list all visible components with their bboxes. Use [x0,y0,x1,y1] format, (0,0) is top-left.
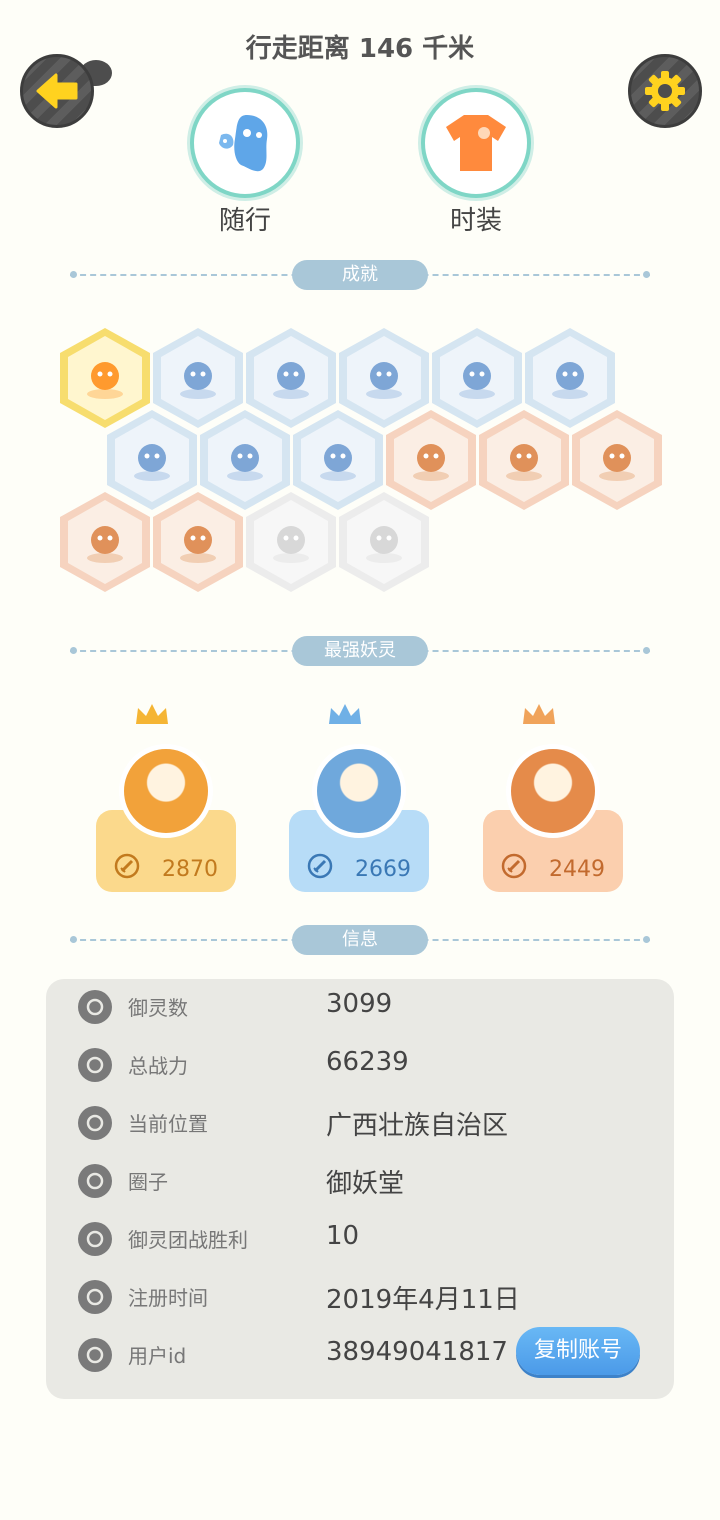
shoe-icon [180,362,216,399]
fashion-label: 时装 [449,206,502,236]
info-title: 信息 [292,925,428,955]
achievement-badge[interactable] [200,410,290,510]
fox-spirit-icon [87,362,123,399]
yin-yang-swirl-icon [506,444,542,481]
page-title: 行走距离 146 千米 [245,34,475,64]
yin-yang-icon [320,444,356,481]
spirit-power-row: 2449 [483,852,623,886]
achievement-badge[interactable] [153,328,243,428]
companion-button[interactable] [190,88,300,198]
cat-spirit-icon [227,444,263,481]
info-label: 注册时间 [128,1286,208,1310]
crown-icon [327,702,367,732]
info-label: 总战力 [128,1054,188,1078]
spirit-statue-icon [552,362,588,399]
spirit-power-value: 2669 [355,856,411,882]
achievement-badge[interactable] [386,410,476,510]
info-value: 广西壮族自治区 [326,1111,509,1141]
info-value: 38949041817 [326,1337,508,1367]
achievement-badge[interactable] [479,410,569,510]
strongest-title: 最强妖灵 [292,636,428,666]
arrow-left-icon [36,73,78,109]
companion-label: 随行 [218,206,271,236]
cart-icon [134,444,170,481]
gear-icon [645,71,685,111]
achievement-badge[interactable] [107,410,197,510]
strongest-divider: 最强妖灵 [70,636,650,666]
sword-icon [114,853,140,885]
achievement-badge[interactable] [572,410,662,510]
achievement-badge[interactable] [60,492,150,592]
info-label: 当前位置 [128,1112,208,1136]
info-value: 66239 [326,1047,409,1077]
spirit-power-row: 2669 [289,852,429,886]
info-row: 圈子 御妖堂 [46,1153,674,1211]
spirit-power-value: 2449 [549,856,605,882]
info-divider: 信息 [70,925,650,955]
sword-icon [78,1048,112,1082]
mushroom-icon [459,362,495,399]
info-row: 御灵数 3099 [46,979,674,1037]
crown-icon [521,702,561,732]
spirit-power-row: 2870 [96,852,236,886]
spirit-count-icon [78,990,112,1024]
achievement-badge[interactable] [246,328,336,428]
id-card-icon [78,1338,112,1372]
shield-banner-icon [599,444,635,481]
tshirt-icon [446,115,506,171]
spirit-avatar[interactable] [312,744,406,838]
achievements-title: 成就 [292,260,428,290]
spirit-avatar[interactable] [506,744,600,838]
info-value: 2019年4月11日 [326,1285,520,1315]
achievement-badge[interactable] [339,328,429,428]
achievement-badge[interactable] [525,328,615,428]
achievement-badge[interactable] [339,492,429,592]
crown-icon [134,702,174,732]
info-value: 10 [326,1221,360,1251]
clock-icon [78,1280,112,1314]
info-value: 御妖堂 [326,1169,405,1199]
circle-icon [78,1164,112,1198]
book-spirit-icon [366,526,402,563]
location-icon [78,1106,112,1140]
copy-account-button[interactable]: 复制账号 [516,1327,640,1375]
back-button[interactable] [20,54,94,128]
achievements-divider: 成就 [70,260,650,290]
sword-icon [501,853,527,885]
crystal-icon [413,444,449,481]
info-row: 注册时间 2019年4月11日 [46,1269,674,1327]
fashion-button[interactable] [421,88,531,198]
achievement-badge[interactable] [60,328,150,428]
info-label: 御灵数 [128,996,188,1020]
info-panel: 御灵数 3099 总战力 66239 当前位置 广西壮族自治区圈子 御妖堂御灵团战胜利 10 注… [46,979,674,1399]
achievement-badge[interactable] [432,328,522,428]
spirit-power-value: 2870 [162,856,218,882]
sword-icon [307,853,333,885]
tree-spirit-icon [273,526,309,563]
dog-statue-icon [180,526,216,563]
achievement-badge[interactable] [293,410,383,510]
moon-icon [366,362,402,399]
info-row: 当前位置 广西壮族自治区 [46,1095,674,1153]
target-map-icon [273,362,309,399]
info-value: 3099 [326,989,393,1019]
info-label: 用户id [128,1344,187,1368]
achievement-badge[interactable] [153,492,243,592]
info-row: 总战力 66239 [46,1037,674,1095]
info-row: 御灵团战胜利 10 [46,1211,674,1269]
info-label: 圈子 [128,1170,168,1194]
team-battle-icon [78,1222,112,1256]
info-label: 御灵团战胜利 [128,1228,248,1252]
ghost-companion-icon [219,115,268,172]
settings-button[interactable] [628,54,702,128]
demon-statue-icon [87,526,123,563]
spirit-avatar[interactable] [119,744,213,838]
achievement-badge[interactable] [246,492,336,592]
